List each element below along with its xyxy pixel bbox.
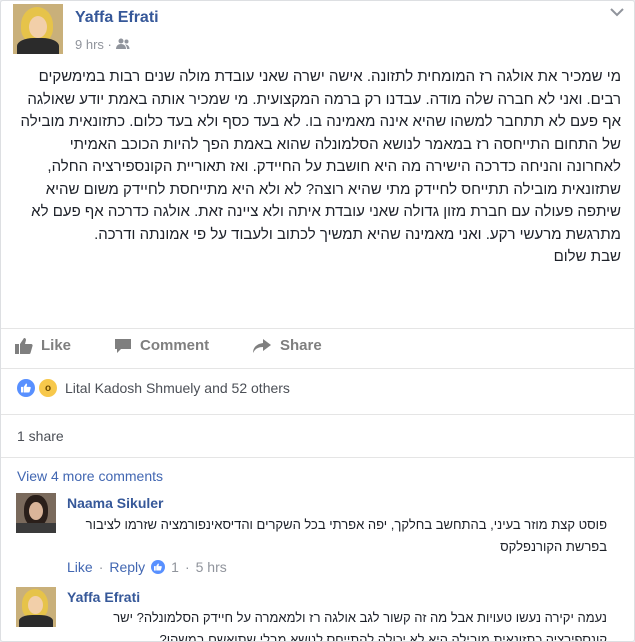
share-count[interactable]: 1 share <box>17 428 64 444</box>
post-time[interactable]: 9 hrs <box>75 37 104 52</box>
author-name[interactable]: Yaffa Efrati <box>75 9 159 27</box>
comment-author[interactable]: Yaffa Efrati <box>67 589 140 605</box>
commenter-avatar[interactable] <box>16 493 56 533</box>
meta-separator: · <box>107 37 112 52</box>
comment-like-count[interactable]: 1 <box>171 559 179 575</box>
view-more-comments-link[interactable]: View 4 more comments <box>17 468 163 484</box>
separator-dot: · <box>184 559 190 575</box>
comment-button[interactable]: Comment <box>114 337 209 354</box>
reactions-text[interactable]: Lital Kadosh Shmuely and 52 others <box>65 380 290 396</box>
divider <box>1 414 634 415</box>
commenter-avatar[interactable] <box>16 587 56 627</box>
post-card: Yaffa Efrati 9 hrs · מי שמכיר את אולגה ר… <box>0 0 635 642</box>
post-header: Yaffa Efrati 9 hrs · <box>13 4 624 56</box>
share-button[interactable]: Share <box>252 337 322 354</box>
like-label: Like <box>41 337 72 354</box>
comment-text: פוסט קצת מוזר בעיני, בהתחשב בחלקך, יפה א… <box>85 517 607 554</box>
like-icon <box>151 560 166 574</box>
wow-icon: o <box>39 379 57 397</box>
comment-text: נעמה יקירה נעשו טעויות אבל מה זה קשור לג… <box>113 610 607 642</box>
comment-icon <box>114 338 132 354</box>
comment-time[interactable]: 5 hrs <box>196 559 227 575</box>
like-icon <box>17 379 35 397</box>
thumbs-up-icon <box>15 337 33 354</box>
post-body: מי שמכיר את אולגה רז המומחית לתזונה. איש… <box>20 68 622 265</box>
divider <box>1 368 634 369</box>
author-avatar[interactable] <box>13 4 63 54</box>
comment-reply-link[interactable]: Reply <box>109 559 145 575</box>
share-label: Share <box>280 337 322 354</box>
separator-dot: · <box>98 559 104 575</box>
post-meta: 9 hrs · <box>75 37 130 52</box>
like-button[interactable]: Like <box>15 337 71 354</box>
comment-like-link[interactable]: Like <box>67 559 93 575</box>
reactions-summary[interactable]: o Lital Kadosh Shmuely and 52 others <box>17 379 290 397</box>
chevron-down-icon[interactable] <box>610 4 624 22</box>
divider <box>1 457 634 458</box>
friends-icon[interactable] <box>115 37 130 52</box>
share-arrow-icon <box>252 338 272 354</box>
comment-label: Comment <box>140 337 210 354</box>
post-actions-bar: Like Comment Share <box>1 328 634 369</box>
comment-author[interactable]: Naama Sikuler <box>67 495 164 511</box>
comment-actions: Like · Reply 1 · 5 hrs <box>67 559 227 575</box>
